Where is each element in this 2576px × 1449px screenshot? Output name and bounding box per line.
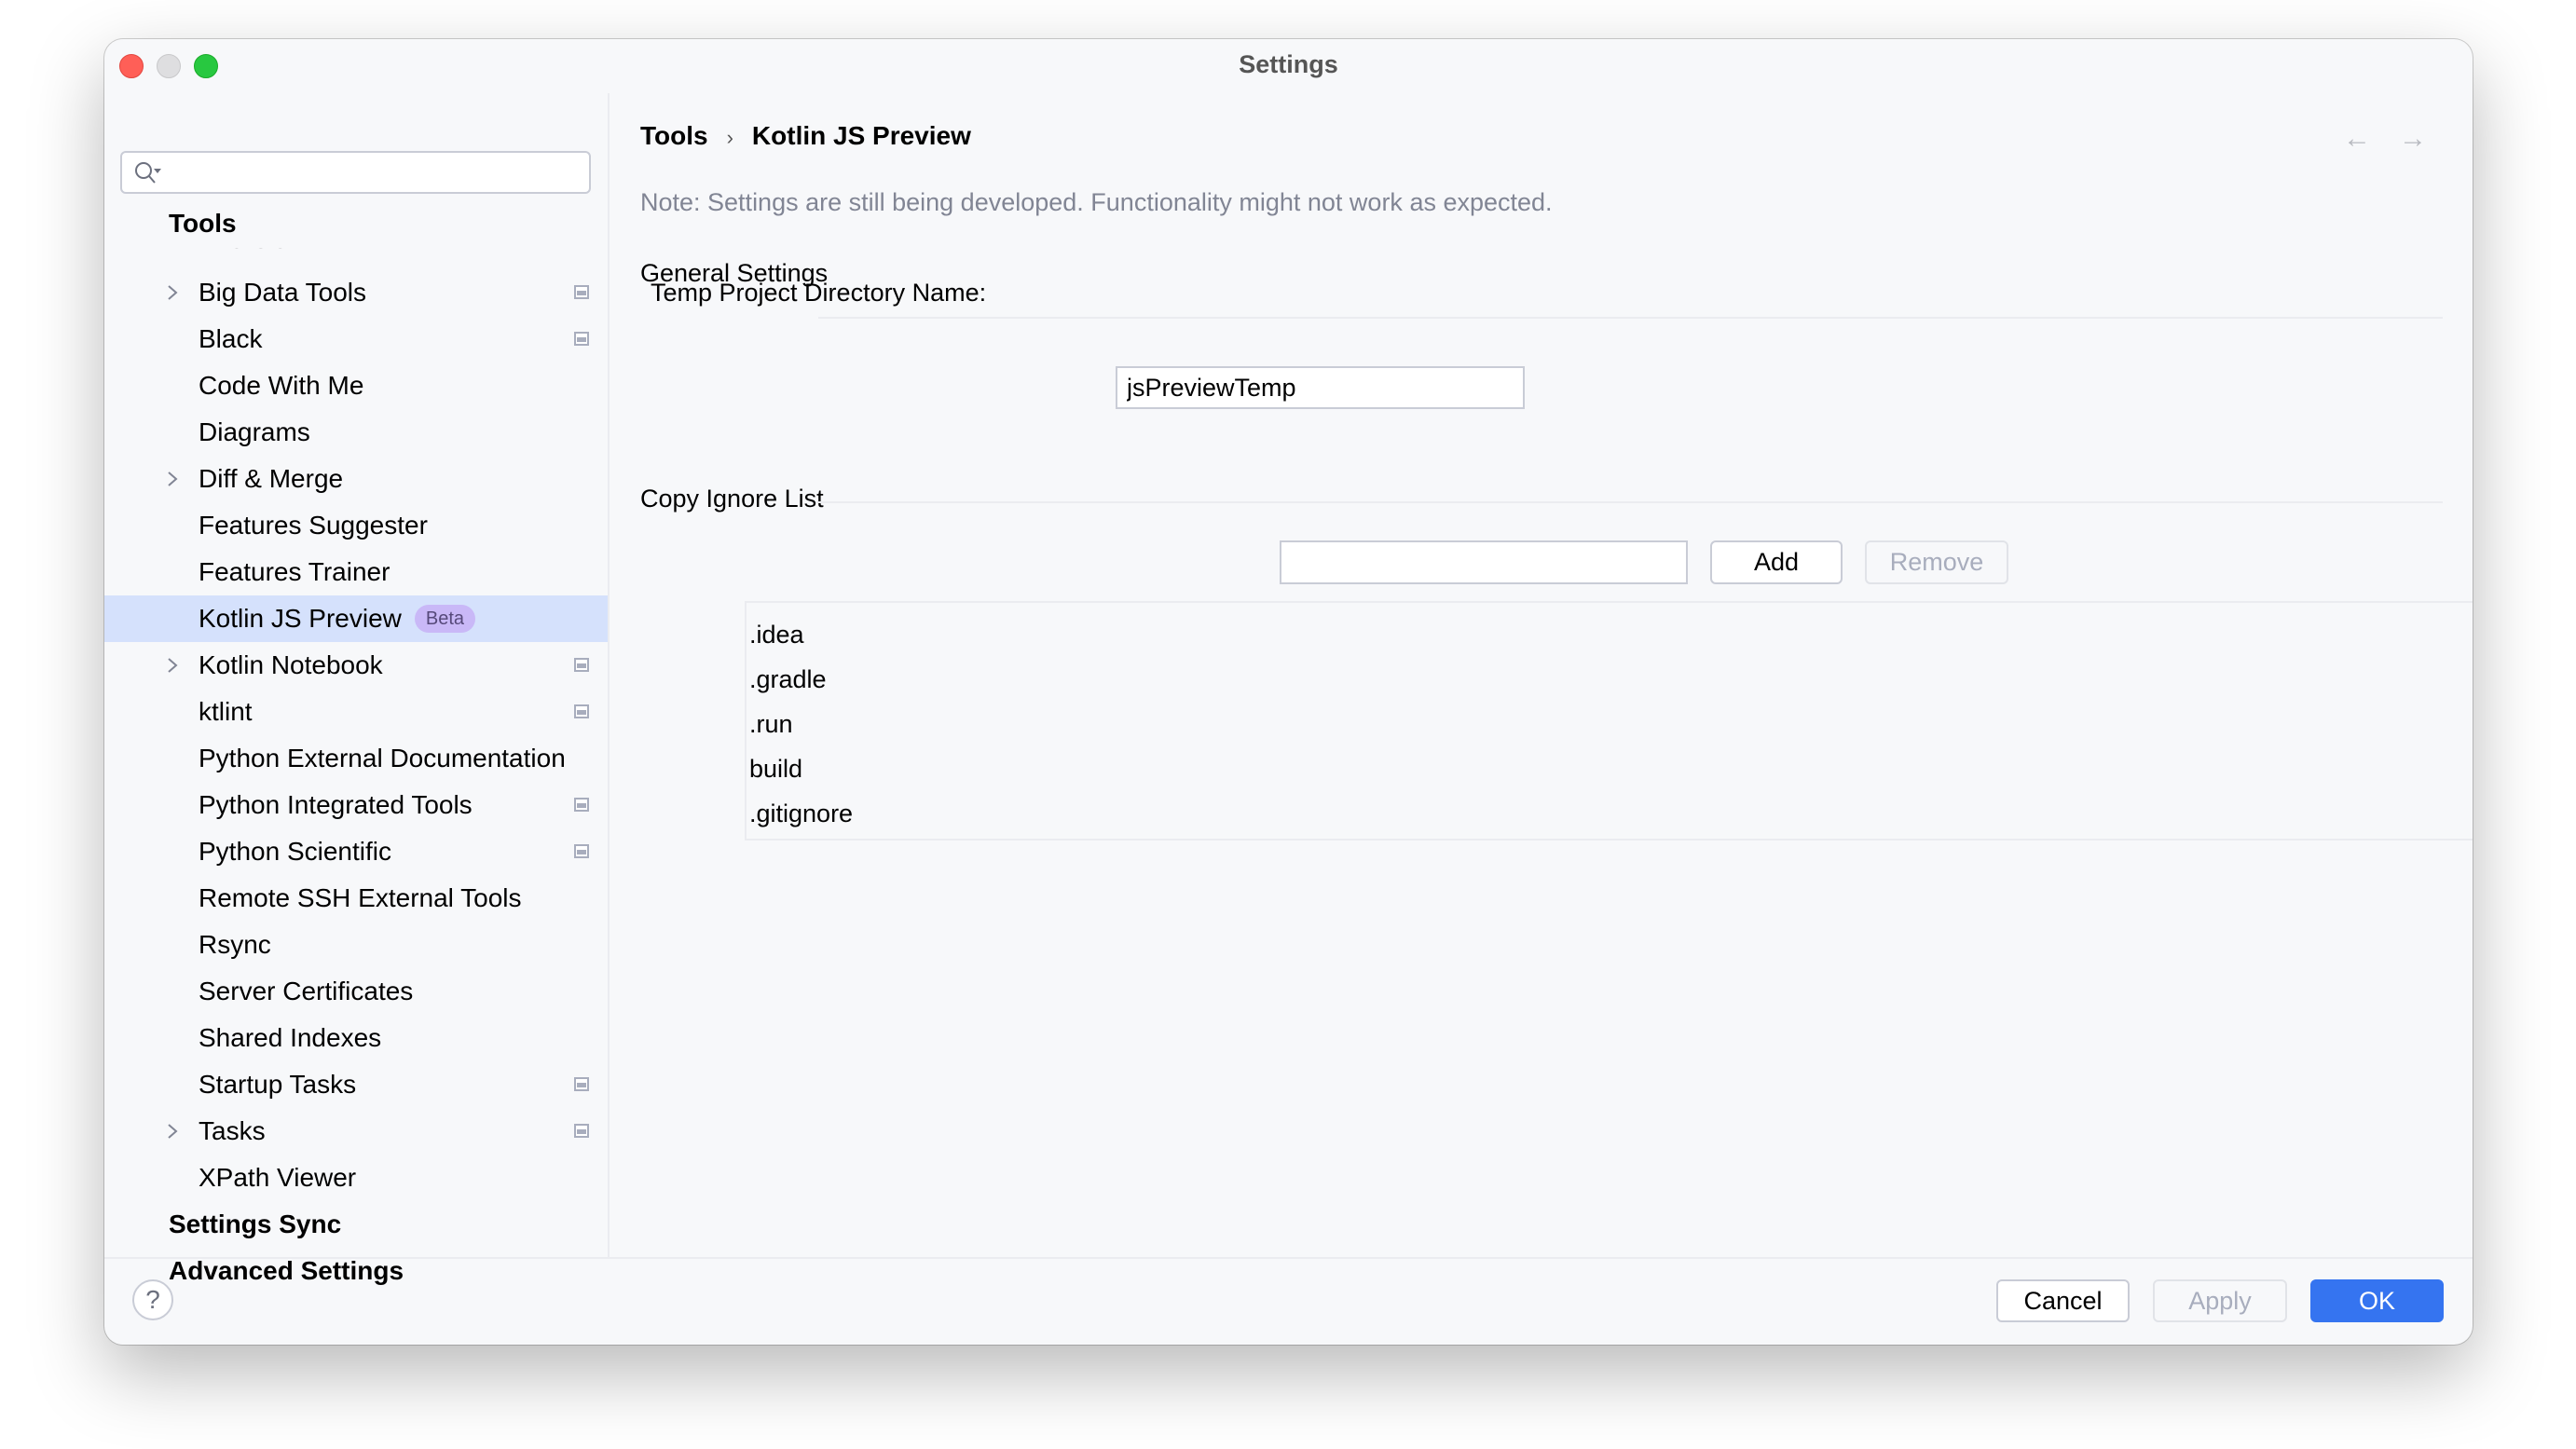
sidebar-item[interactable]: Python External Documentation — [104, 735, 608, 782]
sidebar-item[interactable]: ktlint — [104, 689, 608, 735]
sidebar-item-label: Shared Indexes — [199, 1023, 382, 1052]
sidebar-item[interactable]: Black — [104, 316, 608, 362]
sidebar-item-label: Big Data Tools — [199, 278, 367, 307]
settings-search-field[interactable] — [120, 151, 591, 194]
project-level-icon — [574, 658, 589, 672]
sidebar-item[interactable]: XPath Viewer — [104, 1155, 608, 1201]
remove-button[interactable]: Remove — [1865, 540, 2008, 584]
project-level-icon — [574, 285, 589, 299]
ignore-list[interactable]: .idea .gradle .run build .gitignore — [745, 601, 2473, 841]
ok-button[interactable]: OK — [2310, 1279, 2444, 1322]
sidebar-item-label: Rsync — [199, 930, 271, 959]
beta-badge: Beta — [414, 605, 476, 633]
breadcrumb-separator-icon: › — [726, 126, 733, 149]
sidebar-top-level-item[interactable]: Settings Sync — [104, 1201, 608, 1248]
chevron-right-icon[interactable] — [166, 1122, 179, 1141]
project-level-icon — [574, 798, 589, 812]
sidebar-item[interactable]: Diff & Merge — [104, 456, 608, 502]
sidebar-item-label: Kotlin Notebook — [199, 650, 383, 679]
help-button[interactable]: ? — [132, 1279, 173, 1320]
sidebar-group-tools[interactable]: Tools — [169, 209, 237, 239]
settings-window: Settings Android Tools Big Data Tools Bla… — [104, 39, 2473, 1345]
sidebar-item[interactable]: Diagrams — [104, 409, 608, 456]
list-item[interactable]: .idea — [749, 612, 804, 657]
sidebar-item-label: Diff & Merge — [199, 464, 344, 493]
project-level-icon — [574, 1124, 589, 1138]
sidebar-item[interactable]: Tasks — [104, 1108, 608, 1155]
add-button[interactable]: Add — [1710, 540, 1843, 584]
list-item[interactable]: .run — [749, 702, 793, 746]
project-level-icon — [574, 1077, 589, 1091]
temp-dir-label: Temp Project Directory Name: — [651, 279, 987, 307]
section-divider — [818, 317, 2443, 319]
settings-sidebar: Android Tools Big Data Tools Black Code Wi… — [104, 93, 610, 1285]
sidebar-item-label: Python Integrated Tools — [199, 790, 473, 819]
sidebar-item-label: Code With Me — [199, 371, 364, 400]
sidebar-item-label: Advanced Settings — [169, 1256, 404, 1285]
sidebar-item-label: Remote SSH External Tools — [199, 883, 522, 912]
sidebar-item-label: Black — [199, 324, 263, 353]
sidebar-item-label: Kotlin JS Preview Beta — [199, 595, 476, 642]
sidebar-item-label: XPath Viewer — [199, 1163, 357, 1192]
sidebar-item-label: Python Scientific — [199, 837, 391, 866]
forward-arrow-icon[interactable]: → — [2399, 123, 2427, 155]
sidebar-item-label: Features Trainer — [199, 557, 391, 586]
search-icon — [135, 162, 161, 184]
sidebar-item-label: Startup Tasks — [199, 1070, 357, 1099]
project-level-icon — [574, 844, 589, 858]
sidebar-item-android-clipped[interactable]: Android — [104, 248, 608, 261]
sidebar-item-label: Diagrams — [199, 417, 310, 446]
sidebar-item[interactable]: Python Scientific — [104, 828, 608, 875]
sidebar-top-level-item[interactable]: Advanced Settings — [104, 1248, 608, 1294]
window-title: Settings — [1239, 50, 1338, 78]
list-item[interactable]: .gradle — [749, 657, 827, 702]
sidebar-item[interactable]: Features Suggester — [104, 502, 608, 549]
sidebar-item-label: Settings Sync — [169, 1210, 342, 1238]
sidebar-item-label: Python External Documentation — [199, 744, 566, 772]
footer-divider — [104, 1257, 2473, 1259]
sidebar-item[interactable]: Kotlin JS Preview Beta — [104, 595, 608, 642]
sidebar-item-label: Features Suggester — [199, 511, 428, 540]
settings-content: Tools › Kotlin JS Preview ← → Note: Settin… — [610, 93, 2473, 1257]
temp-dir-input[interactable] — [1116, 366, 1525, 409]
section-divider — [816, 501, 2443, 503]
sidebar-item-label: Tasks — [199, 1116, 266, 1145]
cancel-button[interactable]: Cancel — [1996, 1279, 2130, 1322]
search-input[interactable] — [167, 157, 581, 190]
breadcrumb-item: Kotlin JS Preview — [751, 121, 971, 150]
chevron-right-icon[interactable] — [166, 283, 179, 302]
sidebar-item[interactable]: Shared Indexes — [104, 1015, 608, 1061]
chevron-right-icon[interactable] — [166, 656, 179, 675]
copy-ignore-list-title: Copy Ignore List — [640, 485, 824, 513]
ignore-entry-input[interactable] — [1280, 540, 1688, 584]
sidebar-item-label: Server Certificates — [199, 977, 414, 1005]
breadcrumb-item: Tools — [640, 121, 708, 150]
list-item[interactable]: .gitignore — [749, 791, 853, 836]
sidebar-item[interactable]: Remote SSH External Tools — [104, 875, 608, 922]
sidebar-item[interactable]: Code With Me — [104, 362, 608, 409]
breadcrumb: Tools › Kotlin JS Preview — [640, 121, 971, 151]
sidebar-item-label: ktlint — [199, 697, 253, 726]
sidebar-item[interactable]: Rsync — [104, 922, 608, 968]
project-level-icon — [574, 704, 589, 718]
chevron-right-icon[interactable] — [166, 470, 179, 488]
apply-button[interactable]: Apply — [2153, 1279, 2287, 1322]
sidebar-item[interactable]: Startup Tasks — [104, 1061, 608, 1108]
project-level-icon — [574, 332, 589, 346]
sidebar-item[interactable]: Big Data Tools — [104, 269, 608, 316]
list-item[interactable]: build — [749, 746, 802, 791]
back-arrow-icon[interactable]: ← — [2343, 123, 2371, 155]
development-note: Note: Settings are still being developed… — [640, 188, 1553, 216]
sidebar-item[interactable]: Features Trainer — [104, 549, 608, 595]
sidebar-item[interactable]: Python Integrated Tools — [104, 782, 608, 828]
sidebar-item[interactable]: Server Certificates — [104, 968, 608, 1015]
sidebar-item[interactable]: Kotlin Notebook — [104, 642, 608, 689]
